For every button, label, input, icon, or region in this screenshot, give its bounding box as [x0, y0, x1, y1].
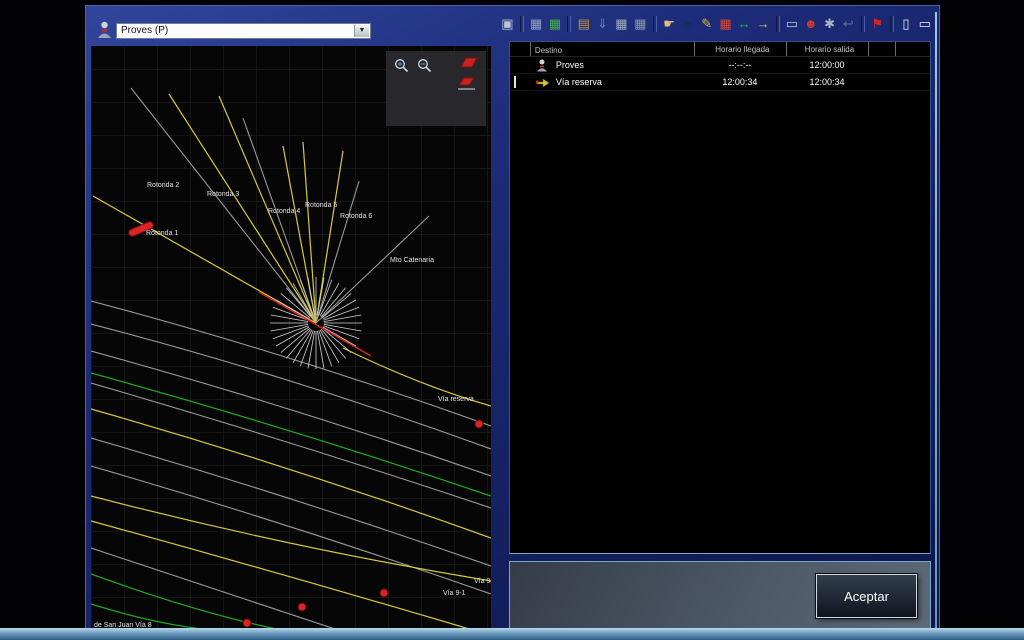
header-extra-2[interactable]	[895, 42, 930, 56]
yard-tracks	[91, 301, 491, 631]
header-salida[interactable]: Horario salida	[786, 42, 869, 56]
toolbar-separator	[520, 16, 524, 32]
panel-edge-line	[935, 12, 937, 628]
destino-cell: Vía reserva	[556, 77, 602, 87]
track-map-svg: Rotonda 2 Rotonda 3 Rotonda 4 Rotonda 5 …	[91, 46, 491, 631]
grid-icon[interactable]: ▦	[527, 15, 546, 33]
person-icon	[536, 59, 550, 72]
header-extra-1[interactable]	[868, 42, 895, 56]
table-header-row: Destino Horario llegada Horario salida	[510, 42, 930, 57]
turntable-approach-tracks	[93, 88, 429, 323]
zoom-in-icon[interactable]	[394, 58, 410, 74]
desktop: Proves (P) ▼	[0, 0, 1024, 640]
toolbar-separator	[653, 16, 657, 32]
main-toolbar: ▣▦▦▤⇓▦▦☛∞✎▦↔→▭☻✱↩⚑▯▭	[498, 12, 934, 36]
llegada-cell: 12:00:34	[694, 77, 786, 87]
grid-green-icon[interactable]: ▦	[546, 15, 565, 33]
track-label: Rotonda 5	[305, 202, 337, 209]
track-labels: Rotonda 2 Rotonda 3 Rotonda 4 Rotonda 5 …	[94, 182, 490, 629]
taskbar-strip	[0, 628, 1024, 640]
track-label: Rotonda 2	[147, 182, 179, 189]
station-dropdown[interactable]: Proves (P) ▼	[116, 23, 371, 39]
track-label: Vía reserva	[438, 396, 474, 403]
books-icon[interactable]: ▤	[574, 15, 593, 33]
window-icon[interactable]: ▭	[915, 15, 934, 33]
track-map[interactable]: Rotonda 2 Rotonda 3 Rotonda 4 Rotonda 5 …	[91, 46, 491, 631]
station-dropdown-value: Proves (P)	[121, 25, 168, 36]
schedule-table: Destino Horario llegada Horario salida	[509, 41, 931, 554]
binoculars-icon[interactable]: ∞	[678, 15, 697, 33]
app-window: Proves (P) ▼	[85, 5, 940, 629]
zoom-out-icon[interactable]	[417, 58, 433, 74]
report-icon[interactable]: ▯	[897, 15, 916, 33]
track-label: Rotonda 1	[146, 230, 178, 237]
toolbar-separator	[776, 16, 780, 32]
green-arrows-icon[interactable]: ↔	[735, 15, 754, 33]
sort-descending-icon[interactable]: ⇓	[593, 15, 612, 33]
llegada-cell: --:--:--	[694, 60, 786, 70]
mini-table-alt-icon[interactable]: ▦	[631, 15, 650, 33]
train-arrow-icon	[536, 76, 550, 89]
destino-cell: Proves	[556, 60, 584, 70]
mini-table-icon[interactable]: ▦	[612, 15, 631, 33]
track-label: Vía 9	[474, 578, 490, 585]
table-row[interactable]: Vía reserva 12:00:34 12:00:34	[510, 74, 930, 91]
settings-icon[interactable]: ✱	[820, 15, 839, 33]
map-tools-panel	[386, 51, 486, 126]
toolbar-separator	[861, 16, 865, 32]
track-label: Rotonda 6	[340, 213, 372, 220]
flag-icon[interactable]: ⚑	[868, 15, 887, 33]
printer-icon[interactable]: ▭	[783, 15, 802, 33]
hand-icon[interactable]: ☛	[660, 15, 679, 33]
header-llegada[interactable]: Horario llegada	[694, 42, 786, 56]
undo-arrow-icon[interactable]: ↩	[839, 15, 858, 33]
track-label: Vía 9-1	[443, 590, 466, 597]
save-icon[interactable]: ▣	[498, 15, 517, 33]
red-route-alt-icon[interactable]	[456, 76, 478, 90]
track-label: Rotonda 3	[207, 191, 239, 198]
track-label: Mto Catenaria	[390, 257, 434, 264]
edit-pencil-icon[interactable]: ✎	[697, 15, 716, 33]
salida-cell: 12:00:00	[786, 60, 869, 70]
table-row[interactable]: Proves --:--:-- 12:00:00	[510, 57, 930, 74]
header-destino[interactable]: Destino	[530, 42, 694, 56]
toolbar-separator	[567, 16, 571, 32]
salida-cell: 12:00:34	[786, 77, 869, 87]
color-grid-icon[interactable]: ▦	[716, 15, 735, 33]
track-label: Rotonda 4	[268, 208, 300, 215]
person-remove-icon[interactable]: ☻	[801, 15, 820, 33]
accept-button[interactable]: Aceptar	[816, 574, 917, 618]
row-checkbox[interactable]	[514, 76, 516, 88]
header-select-col[interactable]	[510, 42, 530, 56]
operator-person-icon	[97, 21, 112, 39]
yellow-arrow-icon[interactable]: →	[754, 15, 773, 33]
action-bar: Aceptar	[509, 561, 931, 629]
red-route-icon[interactable]	[458, 56, 480, 70]
toolbar-separator	[890, 16, 894, 32]
chevron-down-icon[interactable]: ▼	[354, 25, 369, 37]
